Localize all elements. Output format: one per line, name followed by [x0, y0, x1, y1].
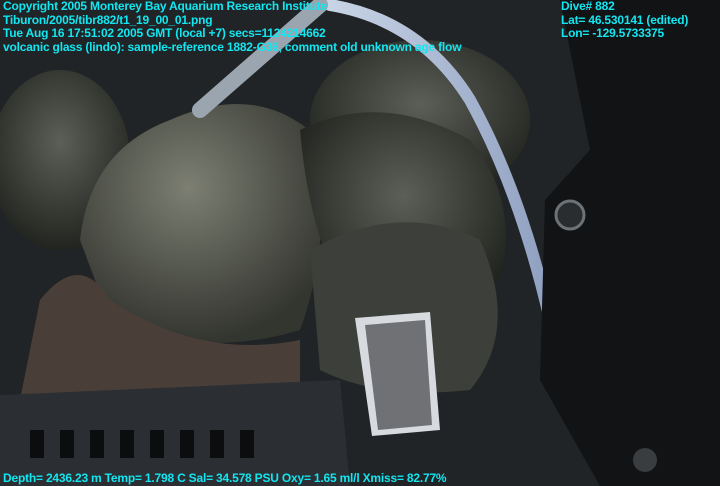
copyright-text: Copyright 2005 Monterey Bay Aquarium Res… [3, 0, 327, 13]
longitude: Lon= -129.5733375 [561, 26, 665, 40]
sensor-readout: Depth= 2436.23 m Temp= 1.798 C Sal= 34.5… [3, 471, 447, 485]
arm-bolt [633, 448, 657, 472]
rov-camera-frame: Copyright 2005 Monterey Bay Aquarium Res… [0, 0, 720, 486]
latitude: Lat= 46.530141 (edited) [561, 12, 689, 27]
timestamp: Tue Aug 16 17:51:02 2005 GMT (local +7) … [3, 26, 326, 40]
overlay-top-right: Dive# 882 Lat= 46.530141 (edited) Lon= -… [561, 0, 688, 41]
image-filename: Tiburon/2005/tibr882/t1_19_00_01.png [3, 12, 213, 27]
dive-number: Dive# 882 [561, 0, 615, 13]
arm-joint-bolt [554, 199, 586, 231]
overlay-top-left: Copyright 2005 Monterey Bay Aquarium Res… [3, 0, 462, 54]
sample-annotation: volcanic glass (lindo): sample-reference… [3, 39, 462, 54]
seafloor-scene [0, 0, 720, 486]
